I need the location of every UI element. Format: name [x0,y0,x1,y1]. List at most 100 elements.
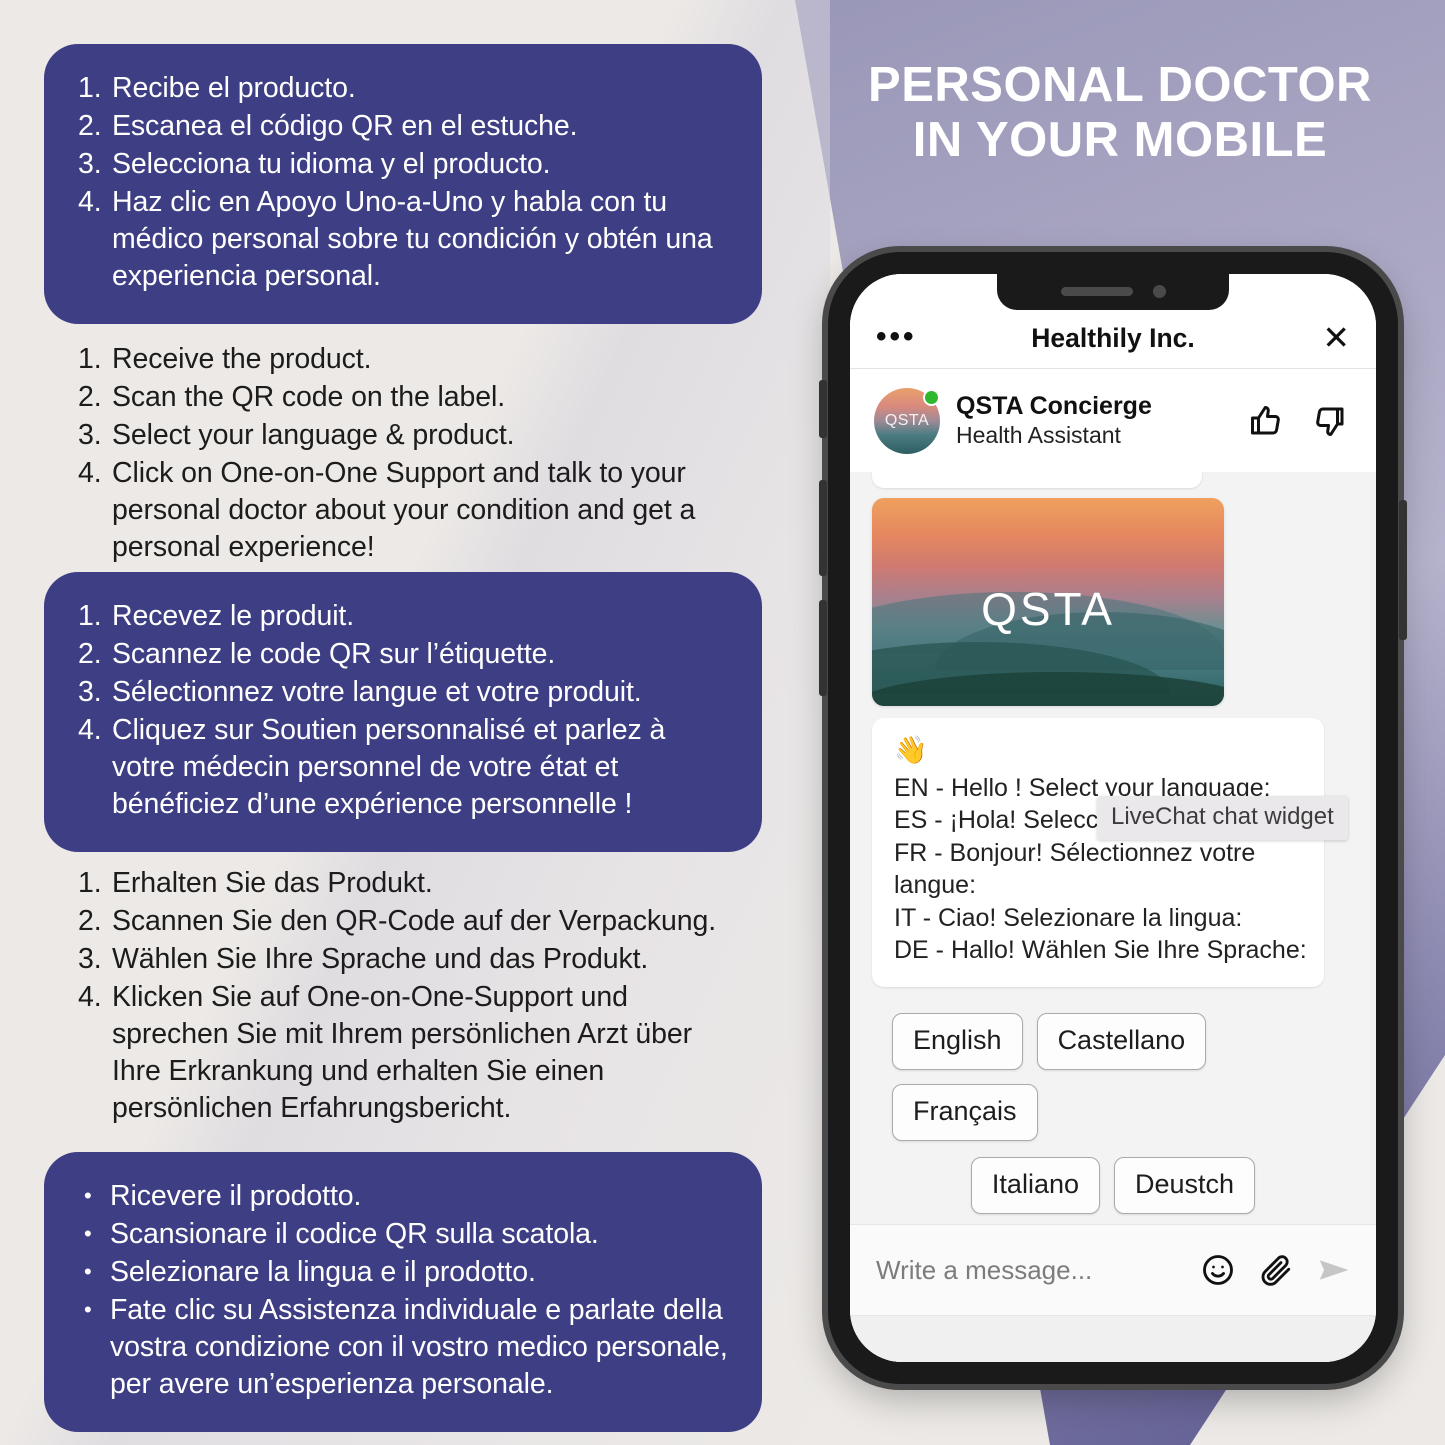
list-item-text: Selezionare la lingua e il prodotto. [110,1256,536,1289]
list-item-text: Scannez le code QR sur l’étiquette. [112,638,556,671]
list-item-text: Cliquez sur Soutien personnalisé et parl… [112,714,666,821]
list-marker: 4. [78,714,102,747]
list-item: • Fate clic su Assistenza individuale e p… [78,1292,728,1403]
instruction-list-english: 1. Receive the product. 2. Scan the QR cod… [78,341,728,566]
list-item: 3. Wählen Sie Ihre Sprache und das Produk… [78,941,728,978]
list-marker: • [84,1183,92,1208]
online-status-dot [923,388,940,406]
message-composer: Write a message... [850,1224,1376,1316]
agent-identity: QSTA Concierge Health Assistant [956,392,1152,449]
language-chip-english[interactable]: English [892,1012,1023,1070]
list-item-text: Sélectionnez votre langue et votre produ… [112,676,642,709]
thumbs-up-icon[interactable] [1248,403,1284,439]
language-chip-italiano[interactable]: Italiano [970,1156,1100,1214]
livechat-tooltip: LiveChat chat widget [1097,796,1348,840]
list-item-text: Receive the product. [112,343,372,375]
list-item: 1. Recibe el producto. [78,70,728,107]
paperclip-icon[interactable] [1258,1252,1294,1288]
list-marker: 1. [78,600,102,632]
list-item: • Scansionare il codice QR sulla scatola. [78,1216,728,1253]
agent-name: QSTA Concierge [956,392,1152,420]
instruction-list-italian: • Ricevere il prodotto. • Scansionare il c… [78,1178,728,1403]
list-item-text: Scansionare il codice QR sulla scatola. [110,1218,599,1251]
chat-bubble-greeting: 👋 EN - Hello ! Select your language: ES … [872,718,1348,987]
phone-volume-down-button[interactable] [819,600,827,696]
smiley-icon[interactable] [1200,1252,1236,1288]
instructions-block-french: 1. Recevez le produit. 2. Scannez le code … [44,572,762,853]
list-item-text: Fate clic su Assistenza individuale e pa… [110,1294,728,1401]
list-item-text: Erhalten Sie das Produkt. [112,867,433,899]
phone-camera [1153,285,1166,298]
list-item-text: Scannen Sie den QR-Code auf der Verpacku… [112,905,717,938]
instruction-list-french: 1. Recevez le produit. 2. Scannez le code … [78,598,728,823]
list-item: 4. Click on One-on-One Support and talk t… [78,455,728,566]
livechat-widget: ••• Healthily Inc. ✕ QSTA QSTA Concierge… [850,274,1376,1362]
list-marker: • [84,1297,92,1323]
poster-canvas: 1. Recibe el producto. 2. Escanea el códig… [0,0,1445,1445]
list-item: 2. Scannen Sie den QR-Code auf der Verpac… [78,903,728,940]
phone-volume-up-button[interactable] [819,480,827,576]
agent-feedback-actions [1248,403,1352,439]
list-item: 2. Scan the QR code on the label. [78,379,728,416]
list-item-text: Escanea el código QR en el estuche. [112,110,578,143]
thumbs-down-icon[interactable] [1312,403,1348,439]
list-item-text: Selecciona tu idioma y el producto. [112,148,551,181]
instructions-block-italian: • Ricevere il prodotto. • Scansionare il c… [44,1152,762,1433]
instructions-column: 1. Recibe el producto. 2. Escanea el códig… [0,0,790,1445]
send-icon[interactable] [1316,1252,1352,1288]
list-item-text: Click on One-on-One Support and talk to … [112,457,696,564]
chat-agent-bar: QSTA QSTA Concierge Health Assistant [850,368,1376,472]
phone-mute-button[interactable] [819,380,827,438]
list-marker: 3. [78,419,102,452]
list-item: 1. Receive the product. [78,341,728,378]
phone-speaker [1061,287,1133,296]
phone-mockup: ••• Healthily Inc. ✕ QSTA QSTA Concierge… [819,252,1407,1384]
language-chip-francais[interactable]: Français [892,1083,1038,1141]
list-marker: 4. [78,457,102,490]
list-item-text: Haz clic en Apoyo Uno-a-Uno y habla con … [112,186,713,293]
language-chip-deustch[interactable]: Deustch [1114,1156,1256,1214]
list-item: 1. Recevez le produit. [78,598,728,635]
waving-hand-icon: 👋 [894,735,928,765]
list-item: 3. Sélectionnez votre langue et votre pro… [78,674,728,711]
list-marker: 2. [78,110,102,143]
language-chip-group: English Castellano Français Italiano Deu… [872,987,1354,1222]
list-marker: • [84,1259,92,1285]
close-icon[interactable]: ✕ [1322,321,1350,358]
greeting-line: FR - Bonjour! Sélectionnez votre langue: [894,838,1256,900]
qsta-card-image[interactable]: QSTA [872,498,1224,706]
language-chip-castellano[interactable]: Castellano [1036,1012,1207,1070]
list-item: 4. Haz clic en Apoyo Uno-a-Uno y habla co… [78,184,728,295]
list-item: 1. Erhalten Sie das Produkt. [78,865,728,902]
list-item-text: Recibe el producto. [112,72,356,104]
list-marker: 1. [78,72,102,104]
avatar: QSTA [874,387,940,454]
phone-notch [997,274,1229,310]
list-item: 3. Select your language & product. [78,417,728,454]
list-item-text: Ricevere il prodotto. [110,1180,362,1212]
greeting-line: DE - Hallo! Wählen Sie Ihre Sprache: [894,936,1307,965]
phone-power-button[interactable] [1399,500,1407,640]
list-marker: 3. [78,676,102,709]
list-marker: 1. [78,343,102,375]
chat-title: Healthily Inc. [1031,323,1195,353]
instruction-list-german: 1. Erhalten Sie das Produkt. 2. Scannen Si… [78,865,728,1127]
list-marker: • [84,1221,92,1247]
instructions-block-english: 1. Receive the product. 2. Scan the QR cod… [44,333,762,575]
instructions-block-spanish: 1. Recibe el producto. 2. Escanea el códig… [44,44,762,325]
list-marker: 3. [78,148,102,181]
list-item: 3. Selecciona tu idioma y el producto. [78,146,728,183]
chat-message-list[interactable]: QSTA 👋 EN - Hello ! Select your language… [850,472,1376,1224]
list-item: 4. Cliquez sur Soutien personnalisé et pa… [78,712,728,823]
phone-home-strip [850,1316,1376,1362]
agent-role: Health Assistant [956,422,1121,448]
headline-line-2: IN YOUR MOBILE [912,112,1328,167]
instructions-block-german: 1. Erhalten Sie das Produkt. 2. Scannen Si… [44,857,762,1136]
list-marker: 4. [78,186,102,219]
message-input-placeholder[interactable]: Write a message... [876,1255,1200,1286]
ellipsis-icon[interactable]: ••• [876,322,917,358]
greeting-line: IT - Ciao! Selezionare la lingua: [894,903,1243,932]
list-marker: 2. [78,638,102,671]
list-item-text: Scan the QR code on the label. [112,381,506,414]
phone-screen: ••• Healthily Inc. ✕ QSTA QSTA Concierge… [850,274,1376,1362]
